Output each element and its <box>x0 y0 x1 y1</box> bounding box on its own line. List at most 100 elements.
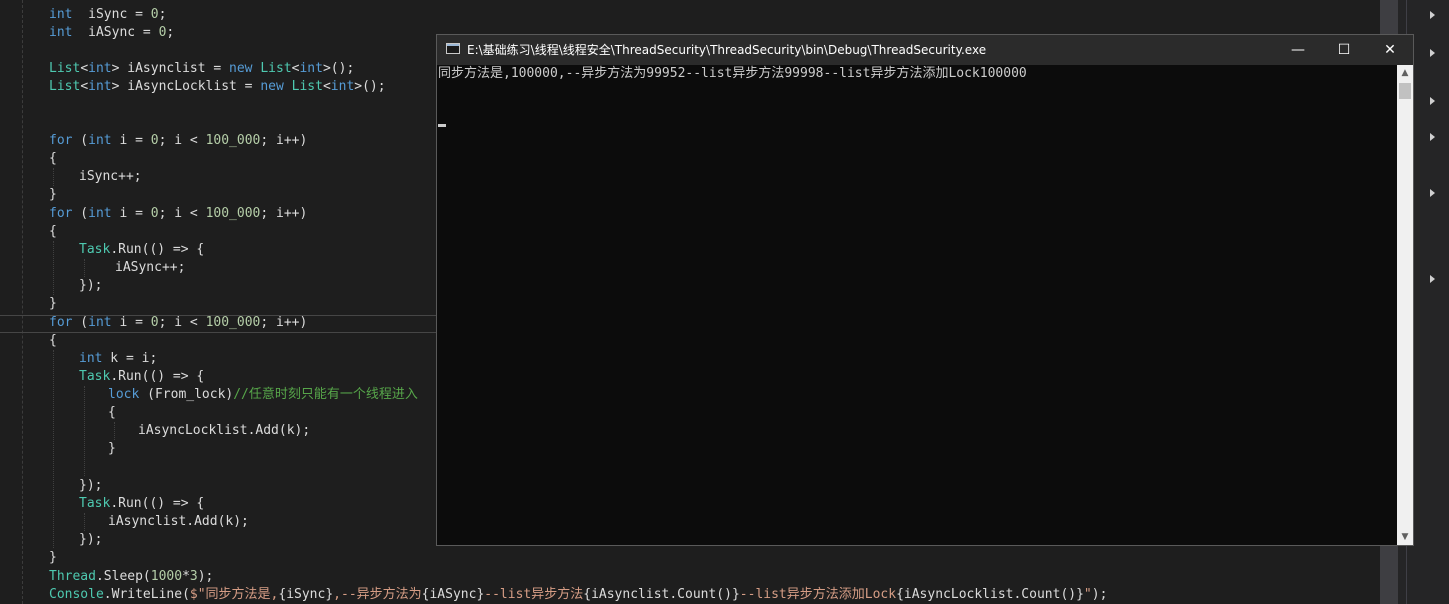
code-token: new <box>229 61 253 76</box>
code-token: ( <box>72 315 89 330</box>
code-token: }); <box>79 278 103 293</box>
console-window[interactable]: E:\基础练习\线程\线程安全\ThreadSecurity\ThreadSec… <box>436 34 1414 546</box>
expand-arrow-icon[interactable] <box>1430 97 1435 105</box>
code-token: Console <box>49 587 104 602</box>
code-line: { <box>49 223 57 241</box>
code-line: for (int i = 0; i < 100_000; i++) <box>49 205 307 223</box>
code-token: > iAsynclist = <box>111 61 230 76</box>
code-token: iAsynclist.Add(k); <box>108 514 249 529</box>
code-token: {iAsyncLocklist.Count()} <box>896 587 1084 602</box>
code-token: --list异步方法添加Lock <box>739 587 897 602</box>
expand-arrow-icon[interactable] <box>1430 133 1435 141</box>
console-output-text: 同步方法是,100000,--异步方法为99952--list异步方法99998… <box>438 66 1027 81</box>
console-cursor <box>438 124 446 127</box>
code-token: 0 <box>150 206 159 221</box>
code-line: iAsyncLocklist.Add(k); <box>138 422 310 440</box>
maximize-button[interactable]: ☐ <box>1321 35 1367 65</box>
scroll-thumb[interactable] <box>1399 83 1411 99</box>
expand-arrow-icon[interactable] <box>1430 275 1435 283</box>
code-token: ; i++) <box>260 206 308 221</box>
console-titlebar[interactable]: E:\基础练习\线程\线程安全\ThreadSecurity\ThreadSec… <box>437 35 1413 65</box>
console-title: E:\基础练习\线程\线程安全\ThreadSecurity\ThreadSec… <box>467 43 987 57</box>
code-token: ); <box>1091 587 1108 602</box>
code-token: }); <box>79 478 103 493</box>
indent-guide <box>53 168 54 186</box>
code-token: { <box>49 333 57 348</box>
code-token: ; i < <box>158 315 206 330</box>
code-token: .Sleep( <box>95 569 151 584</box>
code-token: ; i < <box>158 206 206 221</box>
code-token: * <box>182 569 190 584</box>
code-token: int <box>88 206 112 221</box>
expand-arrow-icon[interactable] <box>1430 49 1435 57</box>
code-token: 1000 <box>150 569 183 584</box>
code-token: Task <box>79 242 111 257</box>
code-token: 0 <box>150 7 159 22</box>
code-token: ; <box>158 7 167 22</box>
gutter-guide <box>22 0 23 604</box>
code-token: >(); <box>354 79 386 94</box>
expand-arrow-icon[interactable] <box>1430 11 1435 19</box>
code-token: int <box>88 315 112 330</box>
code-token: ; <box>166 25 175 40</box>
console-scrollbar[interactable]: ▲ ▼ <box>1397 65 1413 545</box>
code-line: } <box>108 440 116 458</box>
indent-guide <box>84 386 85 476</box>
code-token: i = <box>111 133 151 148</box>
expand-arrow-icon[interactable] <box>1430 189 1435 197</box>
indent-guide <box>84 259 85 277</box>
code-line: Thread.Sleep(1000*3); <box>49 568 213 586</box>
code-token: List <box>49 61 81 76</box>
code-token: } <box>108 441 116 456</box>
code-token: iASync = <box>72 25 159 40</box>
code-token: } <box>49 296 57 311</box>
code-line: int iSync = 0; <box>49 6 166 24</box>
code-token: < <box>80 61 89 76</box>
code-token: " <box>1083 587 1092 602</box>
close-button[interactable]: ✕ <box>1367 35 1413 65</box>
code-token: int <box>49 25 73 40</box>
code-line: for (int i = 0; i < 100_000; i++) <box>49 132 307 150</box>
code-token: } <box>49 550 57 565</box>
code-token: int <box>330 79 355 94</box>
code-token: .Run(() => { <box>110 242 205 257</box>
code-token: i = <box>111 206 151 221</box>
code-token: 100_000 <box>205 315 261 330</box>
code-line: iSync++; <box>79 168 142 186</box>
minimize-button[interactable]: — <box>1275 35 1321 65</box>
code-token: ( <box>72 133 89 148</box>
code-token: (From_lock) <box>139 387 234 402</box>
code-token: ); <box>197 569 214 584</box>
code-line: Task.Run(() => { <box>79 368 204 386</box>
code-token: iSync++; <box>79 169 142 184</box>
code-token: > iAsyncLocklist = <box>111 79 261 94</box>
indent-guide <box>53 241 54 295</box>
code-token: iASync++; <box>115 260 186 275</box>
code-token: k = i; <box>102 351 158 366</box>
console-output-area[interactable]: 同步方法是,100000,--异步方法为99952--list异步方法99998… <box>437 65 1397 545</box>
code-token: 0 <box>150 133 159 148</box>
indent-guide <box>114 422 115 440</box>
code-line: }); <box>79 531 102 549</box>
code-line: }); <box>79 277 102 295</box>
code-token: int <box>79 351 103 366</box>
code-token: 0 <box>150 315 159 330</box>
code-token: List <box>283 79 323 94</box>
code-token: .Run(() => { <box>110 369 205 384</box>
code-token: List <box>49 79 81 94</box>
code-token: .Run(() => { <box>110 496 205 511</box>
code-token: int <box>299 61 323 76</box>
code-token: >(); <box>322 61 355 76</box>
code-line: } <box>49 186 57 204</box>
code-line: } <box>49 549 57 567</box>
code-token: {iASync} <box>421 587 485 602</box>
code-token: ; i < <box>158 133 206 148</box>
code-token: iSync = <box>72 7 151 22</box>
code-token: i = <box>111 315 151 330</box>
scroll-up-arrow-icon[interactable]: ▲ <box>1397 65 1413 81</box>
console-app-icon[interactable] <box>446 43 460 54</box>
code-line: for (int i = 0; i < 100_000; i++) <box>49 314 307 332</box>
code-line: iAsynclist.Add(k); <box>108 513 249 531</box>
scroll-down-arrow-icon[interactable]: ▼ <box>1397 529 1413 545</box>
code-token: int <box>88 79 112 94</box>
